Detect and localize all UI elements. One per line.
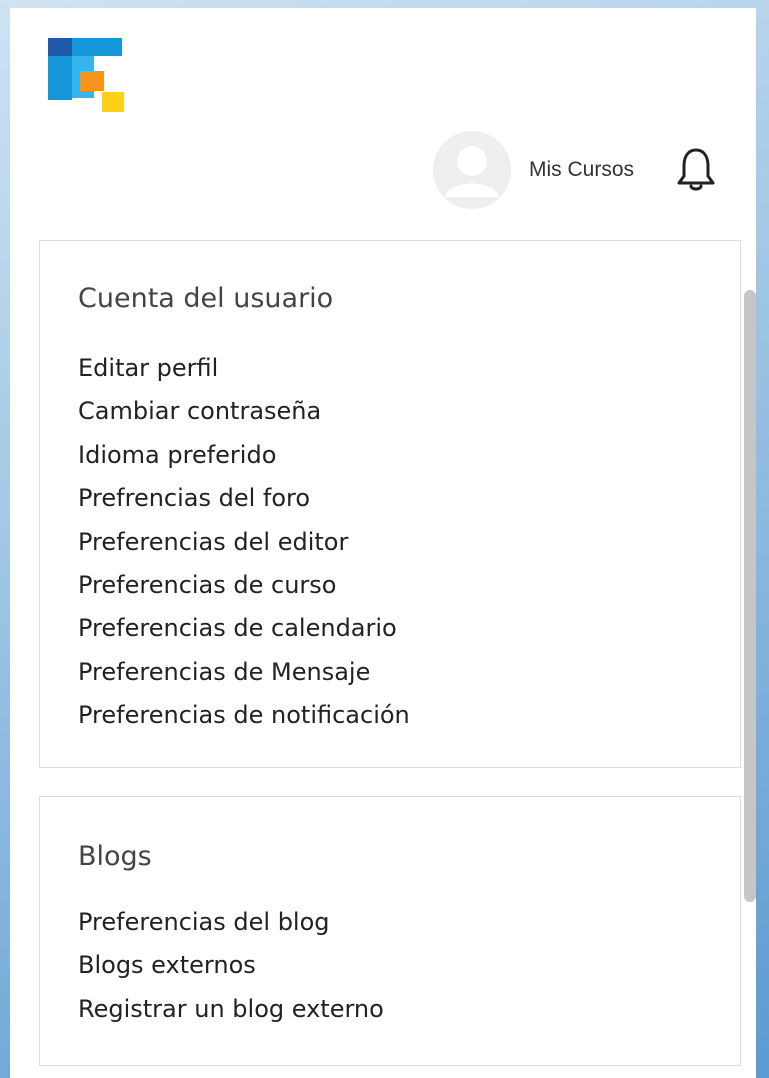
blogs-section-title: Blogs	[78, 841, 152, 872]
list-item: Preferencias de notificación	[78, 694, 410, 737]
scrollbar-thumb[interactable]	[744, 290, 756, 902]
list-item: Preferencias de curso	[78, 564, 410, 607]
editor-preferences-link[interactable]: Preferencias del editor	[78, 528, 348, 556]
blogs-links-list: Preferencias del blog Blogs externos Reg…	[78, 901, 384, 1031]
brand-logo-mark	[48, 38, 124, 112]
user-header: Mis Cursos	[432, 130, 716, 210]
edit-profile-link[interactable]: Editar perfil	[78, 354, 218, 382]
calendar-preferences-link[interactable]: Preferencias de calendario	[78, 614, 397, 642]
list-item: Preferencias del blog	[78, 901, 384, 944]
avatar-placeholder-icon	[432, 131, 511, 209]
list-item: Idioma preferido	[78, 434, 410, 477]
list-item: Preferencias de Mensaje	[78, 651, 410, 694]
preferred-language-link[interactable]: Idioma preferido	[78, 441, 276, 469]
list-item: Preferencias del editor	[78, 521, 410, 564]
course-preferences-link[interactable]: Preferencias de curso	[78, 571, 336, 599]
list-item: Registrar un blog externo	[78, 988, 384, 1031]
user-avatar[interactable]	[432, 131, 511, 209]
blogs-section-card: Blogs Preferencias del blog Blogs extern…	[39, 796, 741, 1066]
message-preferences-link[interactable]: Preferencias de Mensaje	[78, 658, 370, 686]
account-section-title: Cuenta del usuario	[78, 283, 334, 314]
list-item: Editar perfil	[78, 347, 410, 390]
notification-preferences-link[interactable]: Preferencias de notificación	[78, 701, 410, 729]
brand-logo[interactable]	[48, 38, 128, 118]
external-blogs-link[interactable]: Blogs externos	[78, 951, 256, 979]
vertical-scrollbar[interactable]	[744, 278, 756, 1078]
blog-preferences-link[interactable]: Preferencias del blog	[78, 908, 330, 936]
account-links-list: Editar perfil Cambiar contraseña Idioma …	[78, 347, 410, 738]
register-external-blog-link[interactable]: Registrar un blog externo	[78, 995, 384, 1023]
list-item: Preferencias de calendario	[78, 607, 410, 650]
forum-preferences-link[interactable]: Prefrencias del foro	[78, 484, 310, 512]
page: Mis Cursos Cuenta del usuario Editar per…	[10, 8, 756, 1078]
change-password-link[interactable]: Cambiar contraseña	[78, 397, 321, 425]
bell-icon[interactable]	[676, 145, 716, 195]
mis-cursos-link[interactable]: Mis Cursos	[529, 158, 634, 182]
account-section-card: Cuenta del usuario Editar perfil Cambiar…	[39, 240, 741, 768]
list-item: Cambiar contraseña	[78, 390, 410, 433]
list-item: Prefrencias del foro	[78, 477, 410, 520]
list-item: Blogs externos	[78, 944, 384, 987]
